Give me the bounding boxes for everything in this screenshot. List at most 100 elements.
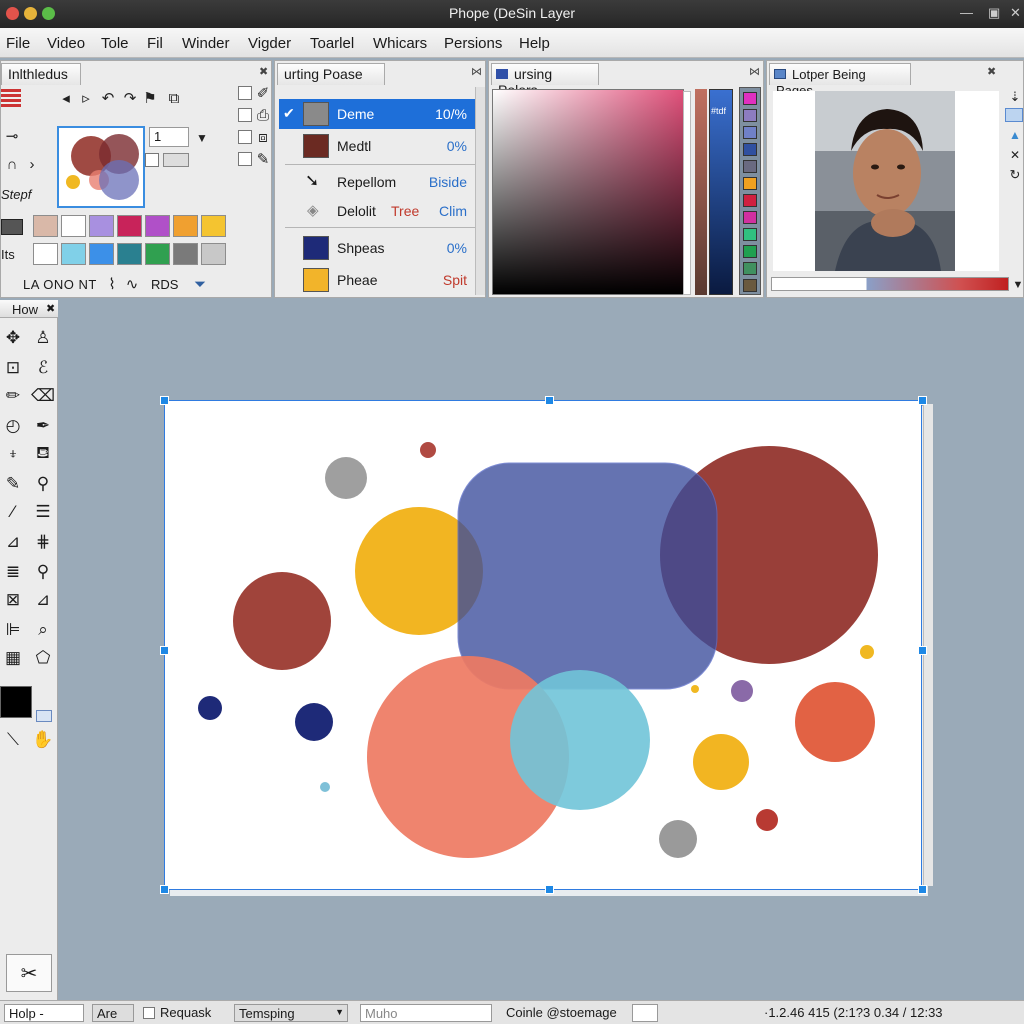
panel-close-icon[interactable]: ✖ bbox=[987, 65, 996, 78]
chart-icon[interactable]: ⊿ bbox=[0, 530, 26, 554]
transform-handle[interactable] bbox=[160, 646, 169, 655]
help-field[interactable]: Holp - bbox=[4, 1004, 84, 1022]
palette-swatch[interactable] bbox=[743, 92, 757, 105]
chevron-icon[interactable]: › bbox=[21, 153, 43, 175]
transform-handle[interactable] bbox=[545, 396, 554, 405]
close-small-icon[interactable]: ✕ bbox=[1004, 144, 1024, 166]
minimize-icon[interactable]: — bbox=[960, 5, 973, 20]
blue-channel-slider[interactable]: #tdf bbox=[709, 89, 733, 295]
picker-scrollbar[interactable] bbox=[683, 91, 691, 295]
search-icon[interactable]: ⌕ bbox=[30, 618, 56, 642]
panel-menu-icon[interactable]: ⋈ bbox=[749, 65, 760, 78]
list-icon[interactable]: ≣ bbox=[0, 560, 26, 584]
line-icon[interactable]: ⟍ bbox=[0, 728, 26, 752]
triangle-icon[interactable]: ▲ bbox=[1004, 124, 1024, 146]
transform-handle[interactable] bbox=[918, 646, 927, 655]
wave-icon[interactable]: ∿ bbox=[121, 273, 143, 295]
text-tool-icon[interactable]: ☰ bbox=[30, 500, 56, 524]
swatch[interactable] bbox=[145, 243, 170, 265]
palette-swatch[interactable] bbox=[743, 194, 757, 207]
palette-swatch[interactable] bbox=[743, 177, 757, 190]
eyedropper-icon[interactable]: ✎ bbox=[0, 472, 26, 496]
shape-icon[interactable]: ⊠ bbox=[0, 588, 26, 612]
document-canvas[interactable] bbox=[164, 400, 922, 890]
menu-help[interactable]: Help bbox=[519, 35, 550, 52]
flag-icon[interactable]: ⚑ bbox=[139, 87, 161, 109]
layer-row-pheae[interactable]: Pheae Spit bbox=[279, 265, 475, 295]
pin-icon[interactable]: ⇣ bbox=[1004, 86, 1024, 108]
transform-handle[interactable] bbox=[160, 885, 169, 894]
curve-tool-icon[interactable]: ∩ bbox=[1, 153, 23, 175]
eraser-icon[interactable]: ⌫ bbox=[30, 384, 56, 408]
frame-icon[interactable]: ⧉ bbox=[163, 87, 185, 109]
menu-toarlel[interactable]: Toarlel bbox=[310, 35, 354, 52]
lasso-icon[interactable]: ℰ bbox=[30, 356, 56, 380]
menu-persions[interactable]: Persions bbox=[444, 35, 502, 52]
mode-input[interactable]: Muho bbox=[360, 1004, 492, 1022]
swatch[interactable] bbox=[201, 215, 226, 237]
color-gradient-picker[interactable] bbox=[492, 89, 684, 295]
restore-icon[interactable]: ▣ bbox=[988, 5, 1000, 21]
transform-handle[interactable] bbox=[918, 396, 927, 405]
panel-menu-icon[interactable]: ⋈ bbox=[471, 65, 482, 78]
magnify-brush-icon[interactable]: ⚲ bbox=[30, 472, 56, 496]
colors-tab[interactable]: ursing Polors bbox=[491, 63, 599, 98]
hand-icon[interactable]: ✋ bbox=[30, 728, 56, 752]
document-thumbnail-icon[interactable]: ✂ bbox=[6, 954, 52, 992]
page-preview[interactable] bbox=[773, 91, 999, 271]
link-icon[interactable]: ⌇ bbox=[101, 273, 123, 295]
printer-icon[interactable]: ⎙ bbox=[252, 104, 274, 126]
bucket-icon[interactable]: ⛾ bbox=[30, 442, 56, 466]
transform-handle[interactable] bbox=[918, 885, 927, 894]
swatch[interactable] bbox=[173, 215, 198, 237]
swatch[interactable] bbox=[89, 215, 114, 237]
brush-stroke-toggle[interactable] bbox=[163, 153, 189, 167]
menu-video[interactable]: Video bbox=[47, 35, 85, 52]
pencil-icon[interactable]: ✏ bbox=[0, 384, 26, 408]
transform-handle[interactable] bbox=[545, 885, 554, 894]
view-mode-icon[interactable] bbox=[1005, 108, 1023, 122]
mode-checkbox[interactable] bbox=[238, 108, 252, 122]
brush-option-checkbox[interactable] bbox=[145, 153, 159, 167]
swatch[interactable] bbox=[33, 215, 58, 237]
layer-row-shpeas[interactable]: Shpeas 0% bbox=[279, 233, 475, 263]
swatch[interactable] bbox=[173, 243, 198, 265]
layer-row-repellom[interactable]: ➘ Repellom Biside bbox=[279, 167, 475, 197]
zoom-icon[interactable]: ⚲ bbox=[30, 560, 56, 584]
brush-preview[interactable] bbox=[57, 126, 145, 208]
swatch[interactable] bbox=[117, 215, 142, 237]
mode-checkbox[interactable] bbox=[238, 152, 252, 166]
close-icon[interactable]: ✕ bbox=[1010, 5, 1021, 21]
stamp-icon[interactable]: ♙ bbox=[30, 326, 56, 350]
arrow-right-icon[interactable]: ▹ bbox=[75, 87, 97, 109]
palette-swatch[interactable] bbox=[743, 211, 757, 224]
swatch[interactable] bbox=[89, 243, 114, 265]
menu-winder[interactable]: Winder bbox=[182, 35, 230, 52]
rotate-view-icon[interactable]: ◴ bbox=[0, 414, 26, 438]
swatch[interactable] bbox=[61, 243, 86, 265]
layers-tab[interactable]: urting Poase bbox=[277, 63, 385, 85]
layer-row-medtl[interactable]: Medtl 0% bbox=[279, 131, 475, 161]
transform-handle[interactable] bbox=[160, 396, 169, 405]
temping-dropdown[interactable]: Temsping ▼ bbox=[234, 1004, 348, 1022]
mode-checkbox[interactable] bbox=[238, 130, 252, 144]
canvas-scrollbar[interactable] bbox=[923, 404, 933, 886]
palette-swatch[interactable] bbox=[743, 143, 757, 156]
palette-swatch[interactable] bbox=[743, 228, 757, 241]
mode-checkbox[interactable] bbox=[238, 86, 252, 100]
palette-swatch[interactable] bbox=[743, 109, 757, 122]
edit-icon[interactable]: ✎ bbox=[252, 148, 274, 170]
layer-row-deme[interactable]: ✔ Deme 10/% bbox=[279, 99, 475, 129]
pages-tab[interactable]: Lotper Being Pages bbox=[769, 63, 911, 98]
page-zoom-slider[interactable] bbox=[771, 277, 1009, 291]
menu-whicars[interactable]: Whicars bbox=[373, 35, 427, 52]
warp-icon[interactable]: ⬠ bbox=[30, 646, 56, 670]
pen-tool-icon[interactable]: ✒ bbox=[30, 414, 56, 438]
rotate-icon[interactable]: ↻ bbox=[1004, 164, 1024, 186]
request-checkbox[interactable] bbox=[143, 1007, 155, 1019]
menu-tole[interactable]: Tole bbox=[101, 35, 129, 52]
coords-box[interactable] bbox=[632, 1004, 658, 1022]
panel-close-icon[interactable]: ✖ bbox=[46, 302, 55, 315]
brush-icon[interactable]: ⁄ bbox=[0, 500, 26, 524]
layers-icon[interactable]: ⧈ bbox=[252, 126, 274, 148]
